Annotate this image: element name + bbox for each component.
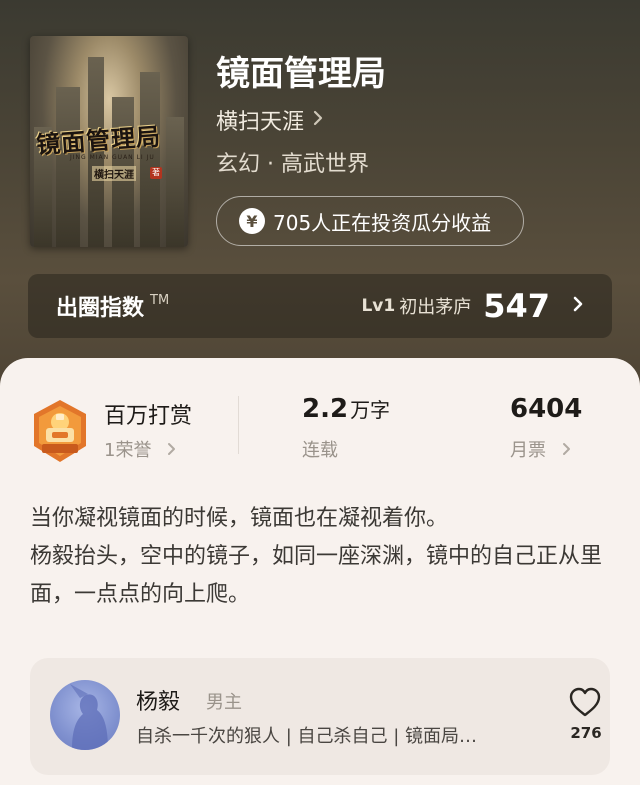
cover-building — [56, 87, 80, 247]
book-genre: 玄幻 · 高武世界 — [216, 152, 369, 177]
monthly-votes-label: 月票 — [510, 440, 546, 461]
avatar — [50, 680, 120, 750]
monthly-votes: 6404 — [510, 394, 583, 424]
heart-outline-icon[interactable] — [568, 686, 602, 718]
synopsis-line: 杨毅抬头，空中的镜子，如同一座深渊，镜中的自己正从里面，一点点的向上爬。 — [30, 544, 603, 607]
chevron-right-icon — [572, 294, 584, 319]
like-count: 276 — [570, 724, 602, 742]
reward-badge-icon — [34, 400, 86, 462]
invest-button[interactable]: ¥ 705人正在投资瓜分收益 — [216, 196, 524, 246]
book-synopsis[interactable]: 当你凝视镜面的时候，镜面也在凝视着你。 杨毅抬头，空中的镜子，如同一座深渊，镜中… — [30, 500, 610, 614]
cover-badge: 著 — [150, 167, 162, 179]
detail-sheet: 百万打赏 1荣誉 2.2 万字 连载 6404 月票 当你凝视镜面的时候，镜面也在… — [0, 358, 640, 785]
invest-text: 705人正在投资瓜分收益 — [273, 210, 492, 235]
chevron-right-icon — [167, 440, 177, 461]
synopsis-line: 当你凝视镜面的时候，镜面也在凝视着你。 — [30, 506, 449, 531]
monthly-votes-link[interactable]: 月票 — [510, 436, 572, 462]
author-link[interactable]: 横扫天涯 — [216, 104, 324, 136]
reward-title: 百万打赏 — [104, 404, 193, 429]
word-count: 2.2 万字 — [302, 394, 390, 424]
honor-count: 1荣誉 — [104, 440, 152, 461]
stats-divider — [238, 396, 239, 454]
character-tags: 自杀一千次的狠人 | 自己杀自己 | 镜面局… — [136, 726, 478, 747]
popularity-index-bar[interactable]: 出圈指数 TM Lv1 初出茅庐 547 — [28, 274, 612, 338]
character-role: 男主 — [206, 692, 242, 713]
book-title: 镜面管理局 — [216, 54, 386, 94]
index-label: 出圈指数 — [56, 296, 145, 321]
chevron-right-icon — [562, 440, 572, 461]
chevron-right-icon — [312, 108, 324, 132]
cover-author: 横扫天涯 — [92, 166, 136, 181]
cover-pinyin: JING MIAN GUAN LI JU — [70, 154, 155, 161]
index-level-name: 初出茅庐 — [399, 297, 472, 318]
yen-coin-icon: ¥ — [239, 208, 265, 234]
honor-link[interactable]: 1荣誉 — [104, 436, 177, 462]
trademark: TM — [150, 292, 170, 308]
word-count-value: 2.2 — [302, 394, 349, 424]
stats-row: 百万打赏 1荣誉 2.2 万字 连载 6404 月票 — [0, 386, 640, 476]
character-name: 杨毅 — [136, 690, 181, 715]
index-score: 547 — [483, 287, 550, 325]
author-name: 横扫天涯 — [216, 110, 305, 135]
character-card[interactable]: 杨毅 男主 自杀一千次的狠人 | 自己杀自己 | 镜面局… 276 — [30, 658, 610, 775]
book-cover[interactable]: 镜面管理局 JING MIAN GUAN LI JU 横扫天涯 著 — [30, 36, 188, 247]
serial-status: 连载 — [302, 440, 338, 461]
index-level: Lv1 — [361, 296, 396, 316]
word-count-unit: 万字 — [350, 398, 391, 422]
